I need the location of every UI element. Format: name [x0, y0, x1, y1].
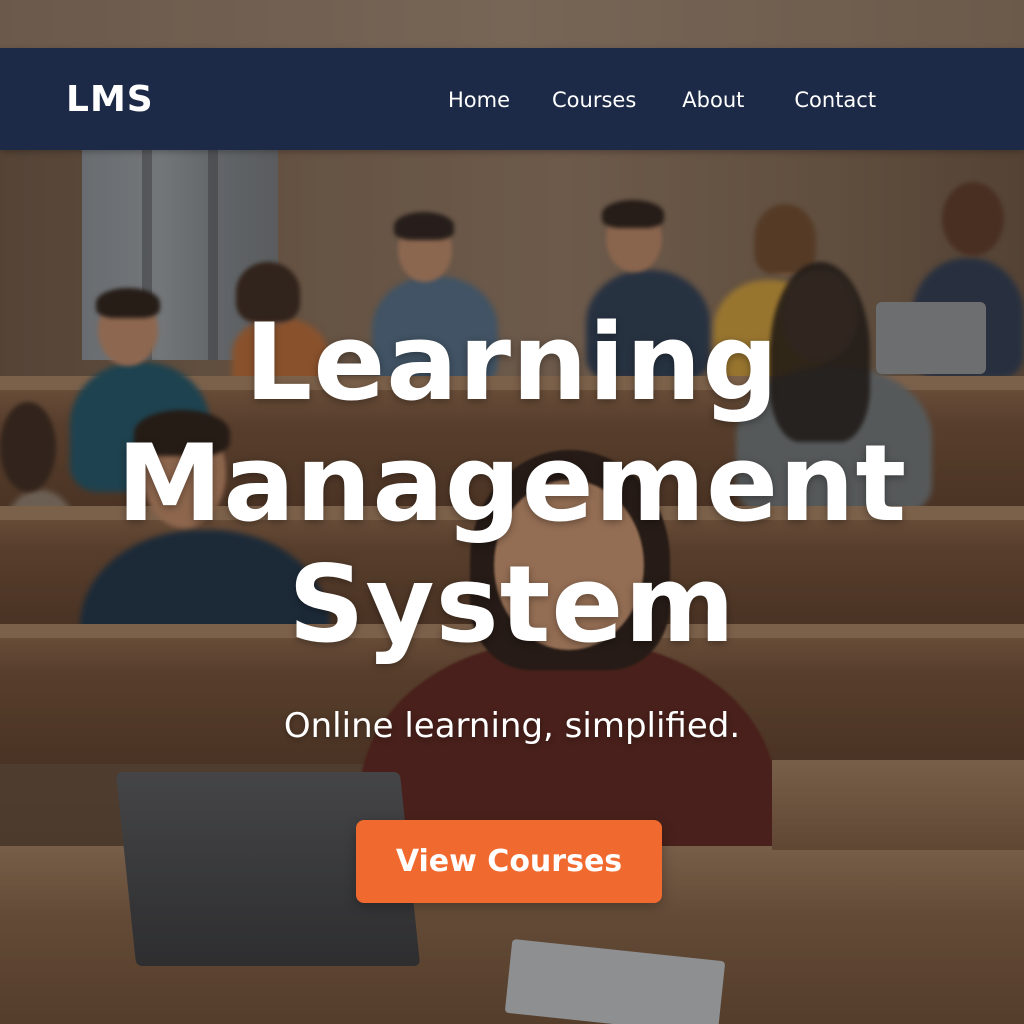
nav-link-courses[interactable]: Courses — [552, 86, 636, 114]
hero-title-line: Management — [116, 422, 908, 545]
top-navigation-bar: LMS Home Courses About Contact — [0, 48, 1024, 150]
site-logo[interactable]: LMS — [66, 78, 154, 122]
nav-link-contact[interactable]: Contact — [794, 86, 876, 114]
landing-page: LMS Home Courses About Contact Learning … — [0, 0, 1024, 1024]
hero-title: Learning Management System — [0, 302, 1024, 665]
nav-link-about[interactable]: About — [682, 86, 744, 114]
nav-link-home[interactable]: Home — [448, 86, 510, 114]
hero-title-line: Learning — [244, 301, 780, 424]
hero-subtitle: Online learning, simplified. — [283, 706, 741, 746]
hero-title-line: System — [288, 543, 736, 666]
nav-links: Home Courses About Contact — [448, 86, 876, 114]
view-courses-button[interactable]: View Courses — [356, 820, 662, 903]
